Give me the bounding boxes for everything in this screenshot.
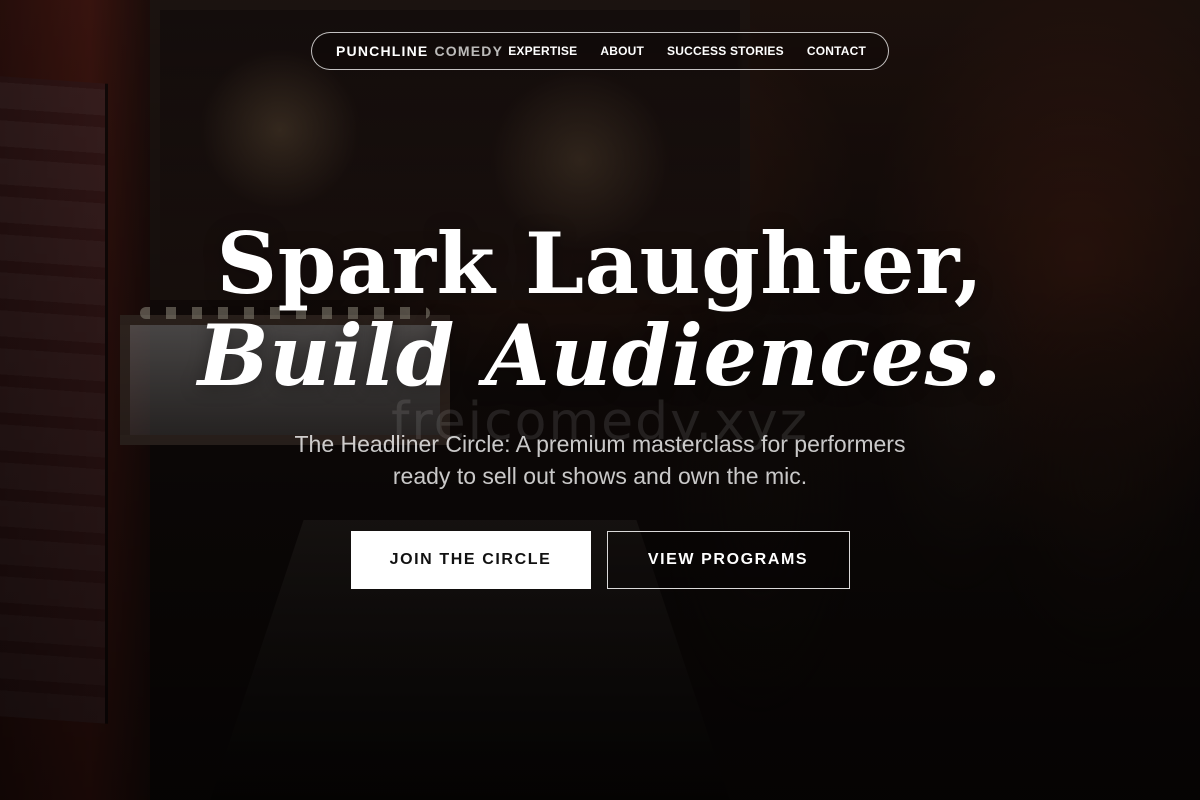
top-navigation: PUNCHLINE COMEDY EXPERTISE ABOUT SUCCESS…: [311, 32, 889, 70]
nav-link-expertise[interactable]: EXPERTISE: [508, 44, 577, 58]
nav-link-contact[interactable]: CONTACT: [807, 44, 866, 58]
join-the-circle-button[interactable]: JOIN THE CIRCLE: [350, 531, 591, 589]
nav-link-success-stories[interactable]: SUCCESS STORIES: [667, 44, 784, 58]
view-programs-button[interactable]: VIEW PROGRAMS: [606, 531, 850, 589]
hero-headline: Spark Laughter, Build Audiences.: [0, 218, 1200, 402]
brand-logo[interactable]: PUNCHLINE COMEDY: [336, 43, 503, 59]
subheadline-line-1: The Headliner Circle: A premium mastercl…: [294, 431, 906, 457]
brand-name-part-2: COMEDY: [434, 43, 504, 59]
headline-line-2: Build Audiences.: [197, 306, 1003, 405]
brand-name-part-1: PUNCHLINE: [336, 43, 429, 59]
nav-links: EXPERTISE ABOUT SUCCESS STORIES CONTACT: [508, 44, 866, 58]
hero-subheadline: The Headliner Circle: A premium mastercl…: [0, 428, 1200, 492]
headline-line-1: Spark Laughter,: [216, 214, 984, 313]
hero-section: PUNCHLINE COMEDY EXPERTISE ABOUT SUCCESS…: [0, 0, 1200, 800]
nav-link-about[interactable]: ABOUT: [600, 44, 644, 58]
subheadline-line-2: ready to sell out shows and own the mic.: [392, 463, 808, 489]
cta-row: JOIN THE CIRCLE VIEW PROGRAMS: [0, 531, 1200, 589]
